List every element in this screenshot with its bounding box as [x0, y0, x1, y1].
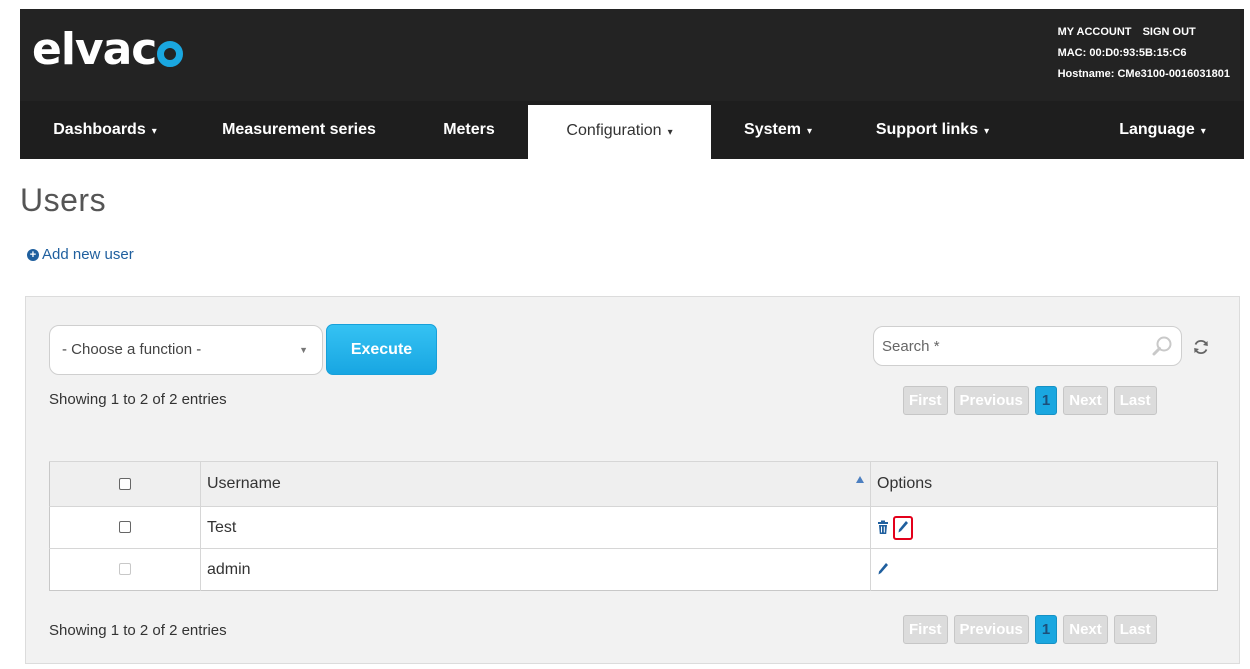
search-input[interactable] [874, 327, 1134, 365]
last-page-button[interactable]: Last [1113, 615, 1157, 644]
execute-button[interactable]: Execute [326, 324, 437, 375]
nav-dashboards[interactable]: Dashboards ▾ [40, 101, 170, 159]
sign-out-link[interactable]: SIGN OUT [1143, 26, 1196, 38]
delete-icon[interactable] [877, 520, 889, 535]
select-all-checkbox[interactable] [119, 477, 131, 490]
username-cell: admin [200, 548, 871, 591]
account-panel: MY ACCOUNT SIGN OUT MAC: 00:D0:93:5B:15:… [1058, 22, 1230, 85]
pencil-icon[interactable] [897, 520, 909, 534]
mac-address: MAC: 00:D0:93:5B:15:C6 [1057, 47, 1187, 59]
row-checkbox-disabled [119, 563, 131, 576]
nav-meters[interactable]: Meters [428, 101, 510, 159]
select-all-cell [49, 461, 201, 507]
username-column-header[interactable]: Username [200, 461, 871, 507]
next-page-button[interactable]: Next [1063, 386, 1108, 415]
page-title: Users [20, 182, 107, 218]
row-checkbox[interactable] [119, 521, 131, 534]
nav-system[interactable]: System ▾ [728, 101, 828, 159]
search-box [873, 326, 1182, 366]
entries-info-bottom: Showing 1 to 2 of 2 entries [49, 622, 227, 639]
options-cell [870, 506, 1218, 549]
main-nav: Dashboards ▾ Measurement series Meters Co… [20, 101, 1244, 159]
dropdown-arrow-icon: ▼ [299, 345, 308, 355]
entries-info-top: Showing 1 to 2 of 2 entries [49, 391, 227, 408]
pagination-bottom: First Previous 1 Next Last [903, 615, 1157, 644]
current-page-button[interactable]: 1 [1034, 386, 1058, 415]
users-table: Username Options Test admin [49, 461, 1218, 591]
add-new-user-label: Add new user [42, 246, 134, 263]
first-page-button[interactable]: First [903, 615, 948, 644]
nav-configuration[interactable]: Configuration ▾ [528, 105, 711, 159]
function-select-value: - Choose a function - [62, 341, 202, 358]
pencil-icon[interactable] [877, 562, 889, 576]
plus-circle-icon: + [27, 248, 39, 261]
function-select[interactable]: - Choose a function - ▼ [49, 325, 323, 375]
caret-down-icon: ▾ [151, 126, 157, 137]
table-row: admin [49, 548, 1218, 591]
last-page-button[interactable]: Last [1113, 386, 1157, 415]
users-panel: - Choose a function - ▼ Execute Showing … [25, 296, 1240, 664]
nav-language[interactable]: Language ▾ [1100, 101, 1225, 159]
options-column-header: Options [870, 461, 1218, 507]
options-cell [870, 548, 1218, 591]
first-page-button[interactable]: First [903, 386, 948, 415]
edit-highlight-box [893, 515, 914, 540]
previous-page-button[interactable]: Previous [953, 386, 1029, 415]
username-cell: Test [200, 506, 871, 549]
table-header-row: Username Options [49, 461, 1218, 507]
my-account-link[interactable]: MY ACCOUNT [1058, 26, 1132, 38]
top-header: elvac MY ACCOUNT SIGN OUT MAC: 00:D0:93:… [20, 9, 1244, 101]
caret-down-icon: ▾ [1200, 126, 1206, 137]
username-header-label: Username [207, 475, 281, 492]
table-row: Test [49, 506, 1218, 549]
current-page-button[interactable]: 1 [1034, 615, 1058, 644]
refresh-icon[interactable] [1192, 338, 1210, 356]
caret-down-icon: ▾ [667, 127, 673, 138]
caret-down-icon: ▾ [984, 126, 990, 137]
next-page-button[interactable]: Next [1063, 615, 1108, 644]
hostname: Hostname: CMe3100-0016031801 [1057, 68, 1230, 80]
add-new-user-link[interactable]: + Add new user [27, 246, 134, 263]
sort-ascending-icon[interactable] [856, 476, 864, 483]
pagination-top: First Previous 1 Next Last [903, 386, 1157, 415]
nav-measurement-series[interactable]: Measurement series [208, 101, 390, 159]
nav-support-links[interactable]: Support links ▾ [860, 101, 1005, 159]
caret-down-icon: ▾ [806, 126, 812, 137]
search-icon[interactable] [1151, 335, 1173, 357]
elvaco-logo[interactable]: elvac [32, 25, 184, 75]
previous-page-button[interactable]: Previous [953, 615, 1029, 644]
